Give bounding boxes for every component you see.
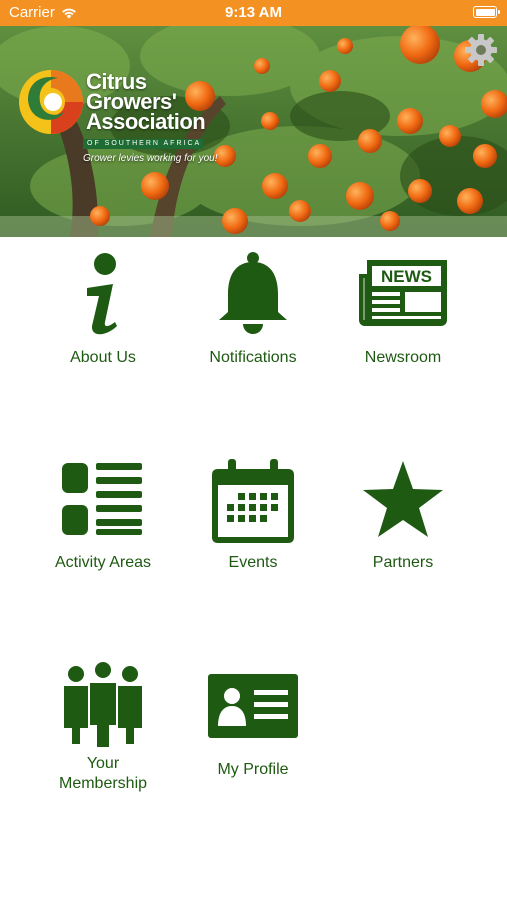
gear-icon [465, 34, 497, 66]
logo-mark [19, 70, 83, 134]
list-icon [62, 463, 142, 535]
header-banner: Citrus Growers' Association OF SOUTHERN … [0, 26, 507, 237]
menu-newsroom[interactable]: NEWS Newsroom [328, 250, 478, 368]
battery-icon [473, 6, 500, 18]
partners-label: Partners [372, 554, 434, 571]
logo-wordmark: Citrus Growers' Association [86, 71, 206, 134]
menu-events[interactable]: Events [178, 455, 328, 573]
cga-logo: Citrus Growers' Association OF SOUTHERN … [18, 54, 218, 164]
your-membership-label: Your Membership [28, 754, 178, 794]
logo-line-3: Association [86, 109, 206, 134]
notifications-label: Notifications [209, 349, 297, 366]
calendar-icon [212, 459, 294, 543]
group-icon [64, 660, 142, 749]
menu-activity-areas[interactable]: Activity Areas [28, 455, 178, 573]
info-icon [87, 253, 117, 335]
newsroom-label: Newsroom [364, 349, 442, 366]
status-bar: Carrier 9:13 AM [0, 0, 507, 26]
menu-about-us[interactable]: About Us [28, 250, 178, 368]
bell-icon [219, 252, 287, 334]
status-time: 9:13 AM [225, 4, 282, 21]
settings-button[interactable] [463, 32, 499, 68]
your-membership-label-line1: Your [86, 755, 120, 772]
menu-partners[interactable]: Partners [328, 455, 478, 573]
about-us-label: About Us [70, 349, 136, 366]
logo-subline: OF SOUTHERN AFRICA [83, 139, 203, 149]
your-membership-label-line2: Membership [58, 775, 148, 792]
newspaper-icon: NEWS [359, 260, 447, 326]
star-icon [363, 461, 443, 537]
menu-notifications[interactable]: Notifications [178, 250, 328, 368]
my-profile-label: My Profile [217, 761, 289, 778]
menu-your-membership[interactable]: Your Membership [28, 660, 178, 794]
events-label: Events [228, 554, 278, 571]
id-card-icon [208, 674, 298, 738]
logo-tagline: Grower levies working for you! [83, 153, 218, 164]
activity-areas-label: Activity Areas [54, 554, 152, 571]
menu-my-profile[interactable]: My Profile [178, 672, 328, 780]
newspaper-icon-text: NEWS [381, 267, 432, 286]
